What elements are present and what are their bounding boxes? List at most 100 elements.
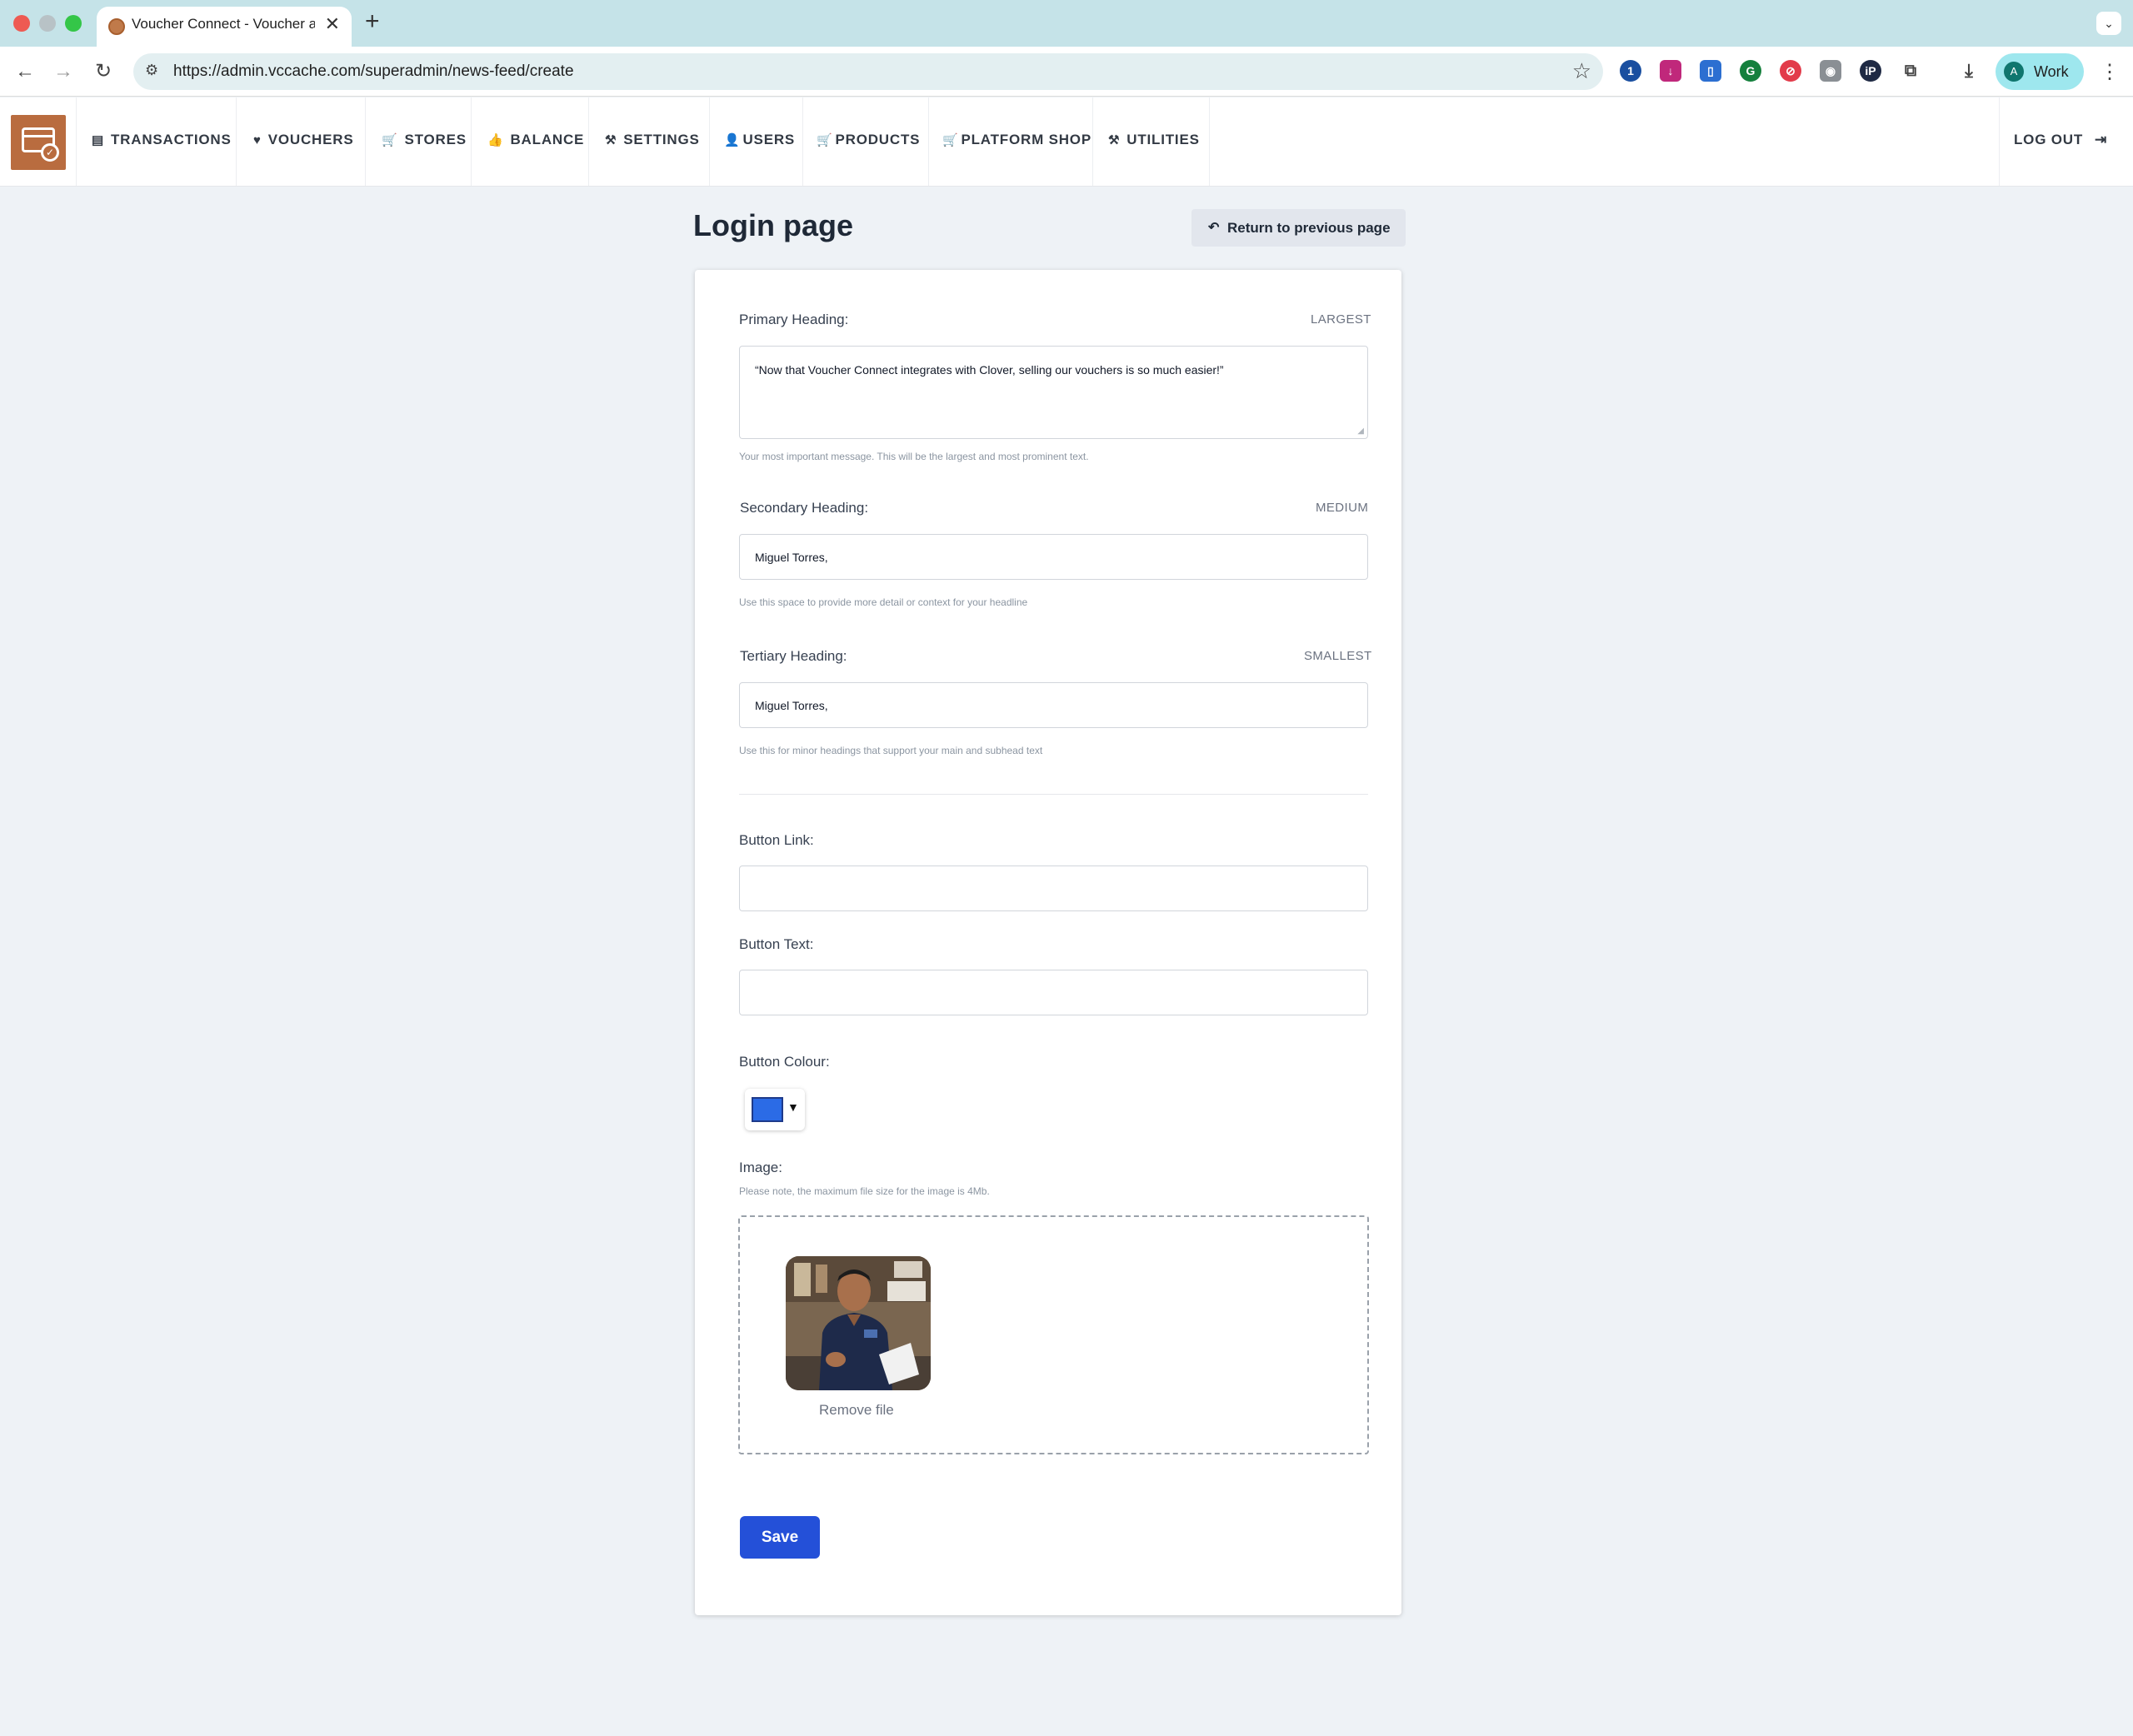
resize-handle-icon[interactable]: ◢ [1357,427,1364,436]
camera-icon[interactable]: ◉ [1820,60,1841,82]
download-helper-icon[interactable]: ↓ [1660,60,1681,82]
profile-button[interactable]: A Work [1996,53,2084,90]
receipt-icon: ▤ [92,133,104,147]
browser-menu-icon[interactable]: ⋮ [2100,60,2120,84]
tools-icon: ⚒ [605,133,617,147]
tertiary-heading-help: Use this for minor headings that support… [739,745,1043,756]
tab-search-button[interactable]: ⌄ [2096,12,2121,35]
nav-item-label: VOUCHERS [267,132,354,147]
button-link-input[interactable] [739,866,1368,911]
profile-avatar: A [2004,62,2024,82]
tertiary-size-badge: SMALLEST [1304,649,1372,663]
thumbs-up-icon: 👍 [487,133,504,147]
tools-icon: ⚒ [1108,133,1121,147]
tertiary-heading-input[interactable]: Miguel Torres, [739,682,1368,728]
cart-icon: 🛒 [817,133,833,147]
tertiary-heading-label: Tertiary Heading: [740,648,847,664]
nav-divider [1209,97,1210,186]
logout-label: LOG OUT [2014,132,2084,147]
nav-item-users[interactable]: 👤 USERS [724,132,795,148]
nav-divider [365,97,366,186]
browser-tabstrip: Voucher Connect - Voucher a ✕ + ⌄ [0,0,2133,47]
1password-icon[interactable]: 1 [1620,60,1641,82]
nav-item-products[interactable]: 🛒 PRODUCTS [817,132,920,148]
nav-divider [471,97,472,186]
card-stripe [22,135,55,137]
nav-divider [588,97,589,186]
nav-item-transactions[interactable]: ▤ TRANSACTIONS [92,132,232,148]
nav-item-balance[interactable]: 👍 BALANCE [487,132,584,148]
user-icon: 👤 [724,133,741,147]
nav-divider [802,97,803,186]
nav-item-vouchers[interactable]: ♥ VOUCHERS [253,132,353,148]
secondary-heading-help: Use this space to provide more detail or… [739,596,1028,608]
cart-icon: 🛒 [382,133,398,147]
button-colour-picker[interactable]: ▼ [745,1089,805,1130]
nav-divider [236,97,237,186]
puzzle-icon[interactable]: ⧉ [1900,60,1921,82]
cart-icon: 🛒 [942,133,959,147]
nav-divider [76,97,77,186]
profile-label: Work [2034,63,2069,80]
grammarly-icon[interactable]: G [1740,60,1761,82]
person-photo [786,1256,931,1390]
reload-icon[interactable]: ↻ [88,57,118,87]
uploaded-image-thumbnail [786,1256,931,1390]
button-link-label: Button Link: [739,832,814,848]
image-label: Image: [739,1160,782,1175]
browser-toolbar: ← → ↻ ⚙ https://admin.vccache.com/supera… [0,47,2133,97]
back-arrow-icon[interactable]: ← [10,57,40,87]
nav-divider [1092,97,1093,186]
brand-logo[interactable]: ✓ [11,115,66,170]
colour-swatch [752,1097,783,1122]
return-to-previous-button[interactable]: ↶ Return to previous page [1191,209,1406,247]
tab-title: Voucher Connect - Voucher a [132,16,315,32]
nav-item-platform-shop[interactable]: 🛒 PLATFORM SHOP [942,132,1091,148]
primary-heading-help: Your most important message. This will b… [739,451,1089,462]
site-settings-icon[interactable]: ⚙ [145,62,158,79]
bookmark-star-icon[interactable]: ☆ [1572,58,1591,84]
remove-file-link[interactable]: Remove file [819,1402,894,1419]
forward-arrow-icon[interactable]: → [48,57,78,87]
secondary-heading-value: Miguel Torres, [755,551,828,564]
nav-item-settings[interactable]: ⚒ SETTINGS [605,132,700,148]
nav-item-label: TRANSACTIONS [110,132,232,147]
nav-item-utilities[interactable]: ⚒ UTILITIES [1108,132,1200,148]
tertiary-heading-value: Miguel Torres, [755,699,828,712]
secondary-heading-input[interactable]: Miguel Torres, [739,534,1368,580]
adblock-icon[interactable]: ⊘ [1780,60,1801,82]
maximize-window-button[interactable] [65,15,82,32]
return-arrow-icon: ↶ [1208,221,1220,235]
primary-heading-textarea[interactable]: “Now that Voucher Connect integrates wit… [739,346,1368,439]
reader-icon[interactable]: ▯ [1700,60,1721,82]
primary-size-badge: LARGEST [1311,312,1371,327]
nav-item-label: USERS [742,132,796,147]
address-bar[interactable]: ⚙ https://admin.vccache.com/superadmin/n… [133,53,1603,90]
browser-tab-active[interactable]: Voucher Connect - Voucher a ✕ [97,7,352,47]
save-button[interactable]: Save [740,1516,820,1559]
downloads-icon[interactable]: ⤓ [1958,60,1980,82]
nav-divider [709,97,710,186]
section-divider [739,794,1368,795]
close-window-button[interactable] [13,15,30,32]
new-tab-button[interactable]: + [365,7,380,37]
address-bar-url[interactable]: https://admin.vccache.com/superadmin/new… [173,62,574,81]
secondary-size-badge: MEDIUM [1316,501,1369,515]
primary-heading-label: Primary Heading: [739,312,849,327]
tab-close-icon[interactable]: ✕ [325,13,340,35]
nav-divider [1999,97,2000,186]
button-text-input[interactable] [739,970,1368,1015]
page-title: Login page [693,208,853,242]
caret-down-icon: ▼ [787,1100,799,1114]
nav-item-stores[interactable]: 🛒 STORES [382,132,467,148]
image-size-note: Please note, the maximum file size for t… [739,1185,990,1197]
minimize-window-button[interactable] [39,15,56,32]
nav-item-label: PLATFORM SHOP [961,132,1091,147]
secondary-heading-label: Secondary Heading: [740,500,869,516]
nav-divider [928,97,929,186]
logout-button[interactable]: LOG OUT ⇥ [2014,132,2107,148]
primary-heading-value: “Now that Voucher Connect integrates wit… [755,363,1224,377]
nav-item-label: BALANCE [510,132,585,147]
ip-icon[interactable]: iP [1860,60,1881,82]
button-colour-label: Button Colour: [739,1054,830,1070]
